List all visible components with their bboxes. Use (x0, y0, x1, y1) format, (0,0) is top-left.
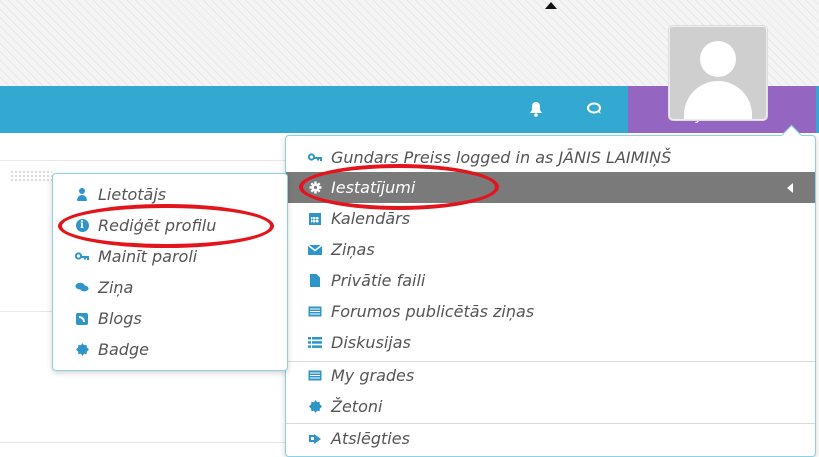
menu-item-label: Kalendārs (331, 209, 411, 228)
rss-icon (75, 312, 89, 326)
calendar-icon (308, 212, 322, 226)
avatar[interactable] (669, 26, 767, 120)
key-icon (308, 151, 322, 165)
bell-icon-graphic (530, 102, 542, 117)
submenu-item-label: Badge (98, 340, 149, 359)
menu-item-badges[interactable]: Žetoni (286, 391, 815, 422)
envelope-icon (308, 243, 322, 257)
user-icon (75, 188, 89, 202)
menu-item-messages[interactable]: Ziņas (286, 234, 815, 265)
avatar-head (700, 41, 736, 77)
list-alt-icon (308, 305, 322, 319)
menu-item-label: Ziņas (331, 240, 375, 259)
menu-item-private-files[interactable]: Privātie faili (286, 265, 815, 296)
submenu-item-blogs[interactable]: Blogs (53, 303, 287, 334)
menu-item-label: Žetoni (331, 397, 383, 416)
caret-up-icon (545, 2, 557, 9)
menu-item-discussions[interactable]: Diskusijas (286, 327, 815, 358)
settings-submenu: Lietotājs i Rediģēt profilu Mainīt parol… (52, 173, 288, 371)
content-divider (0, 311, 60, 312)
submenu-item-message[interactable]: Ziņa (53, 272, 287, 303)
comments-icon (75, 281, 89, 295)
menu-item-my-grades[interactable]: My grades (286, 360, 815, 391)
annotation-ellipse-edit-profile (58, 204, 274, 248)
content-divider (0, 442, 290, 443)
menu-item-label: My grades (331, 366, 415, 385)
submenu-item-label: Mainīt paroli (98, 247, 198, 266)
submenu-item-badge[interactable]: Badge (53, 334, 287, 365)
avatar-body (684, 81, 752, 119)
badge-icon (75, 343, 89, 357)
submenu-item-label: Lietotājs (98, 185, 167, 204)
menu-item-label: Diskusijas (331, 333, 411, 352)
list-alt-icon (308, 369, 322, 383)
annotation-ellipse-settings (299, 164, 499, 210)
submenu-item-label: Blogs (98, 309, 142, 328)
menu-item-label: Privātie faili (331, 271, 426, 290)
dotted-pattern (10, 170, 52, 182)
submenu-item-label: Ziņa (98, 278, 134, 297)
sign-out-icon (308, 432, 322, 446)
menu-item-logout[interactable]: Atslēgties (286, 423, 815, 454)
bell-icon[interactable] (521, 92, 551, 126)
menu-item-label: Atslēgties (331, 429, 410, 448)
content-divider (0, 160, 290, 161)
chat-icon-graphic (587, 102, 601, 114)
menu-item-forum-posts[interactable]: Forumos publicētās ziņas (286, 296, 815, 327)
badge-icon (308, 400, 322, 414)
chevron-left-icon (787, 183, 793, 193)
key-icon (75, 250, 89, 264)
menu-item-label: Forumos publicētās ziņas (331, 302, 535, 321)
chat-icon[interactable] (580, 92, 610, 126)
file-icon (308, 274, 322, 288)
list-icon (308, 336, 322, 350)
